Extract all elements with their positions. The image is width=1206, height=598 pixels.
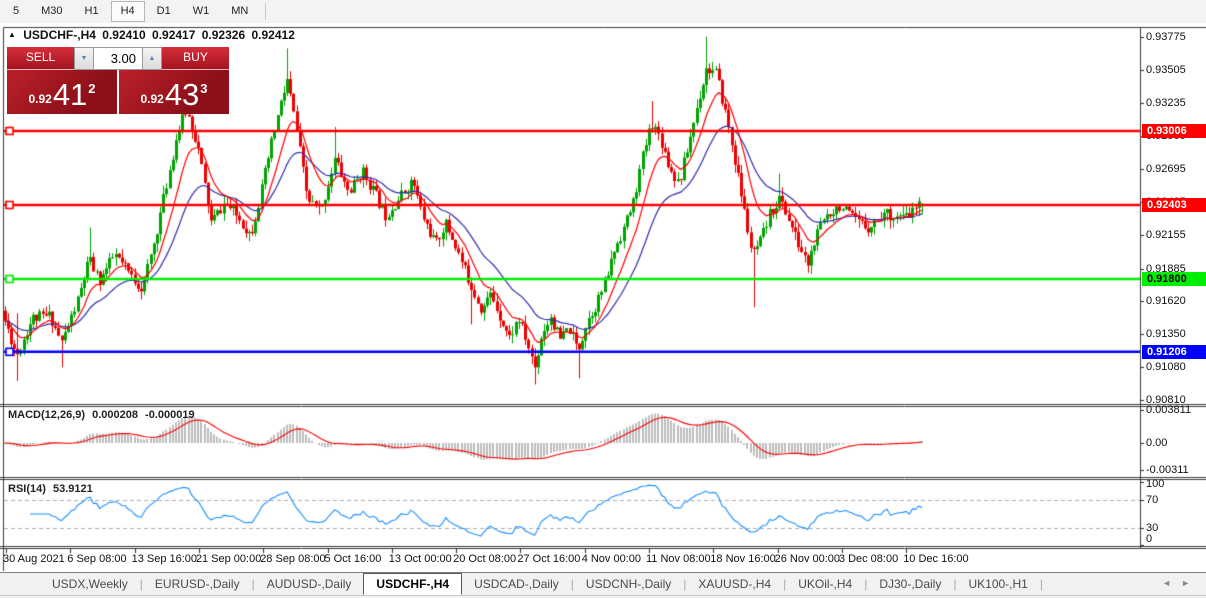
chart-tab-ukoil-h4[interactable]: UKOil-,H4 (786, 574, 864, 594)
quote-low: 0.92326 (201, 28, 246, 42)
tab-separator: | (1039, 577, 1043, 591)
trading-terminal: 5 M30 H1 H4 D1 W1 MN 0.93775 0.93505 0.93235 0.92… (0, 0, 1206, 598)
timeframe-button-D1[interactable]: D1 (147, 1, 181, 22)
buy-price-main: 43 (164, 77, 200, 112)
volume-decrease-button[interactable]: ▼ (74, 47, 94, 70)
sell-price-display[interactable]: 0.92 41 2 (7, 70, 117, 114)
sell-button[interactable]: SELL (7, 47, 74, 70)
buy-button[interactable]: BUY (162, 47, 229, 70)
chart-tab-usdcad-daily[interactable]: USDCAD-,Daily (462, 574, 571, 594)
chart-window: 0.93775 0.93505 0.93235 0.92965 0.92695 0.924… (0, 24, 1206, 572)
chart-tab-dj30-daily[interactable]: DJ30-,Daily (867, 574, 953, 594)
timeframe-toolbar: 5 M30 H1 H4 D1 W1 MN (0, 0, 1206, 23)
buy-price-pip: 3 (200, 81, 208, 96)
chart-tab-xauusd-h4[interactable]: XAUUSD-,H4 (686, 574, 783, 594)
chart-tab-usdchf-h4[interactable]: USDCHF-,H4 (363, 573, 463, 595)
timeframe-button-5[interactable]: 5 (3, 1, 29, 22)
collapse-triangle-icon[interactable]: ▲ (8, 30, 16, 39)
chart-header: ▲ USDCHF-,H4 0.92410 0.92417 0.92326 0.9… (8, 28, 298, 42)
quote-close: 0.92412 (251, 28, 295, 42)
buy-price-prefix: 0.92 (140, 92, 164, 106)
timeframe-button-H4[interactable]: H4 (110, 1, 145, 22)
macd-label: MACD(12,26,9) 0.000208 -0.000019 (8, 409, 199, 421)
chart-tab-bar: USDX,Weekly | EURUSD-,Daily | AUDUSD-,Daily U… (0, 572, 1206, 595)
volume-increase-button[interactable]: ▲ (142, 47, 162, 70)
chart-symbol: USDCHF-,H4 (23, 28, 96, 42)
buy-price-display[interactable]: 0.92 43 3 (119, 70, 229, 114)
rsi-label: RSI(14) 53.9121 (8, 483, 97, 495)
timeframe-button-W1[interactable]: W1 (183, 1, 220, 22)
chart-tab-eurusd-daily[interactable]: EURUSD-,Daily (143, 574, 252, 594)
rsi-value: 53.9121 (52, 483, 93, 495)
toolbar-separator (265, 3, 267, 20)
chart-tab-usdx-weekly[interactable]: USDX,Weekly (40, 574, 140, 594)
macd-main-value: 0.000208 (92, 409, 138, 421)
sell-price-main: 41 (52, 77, 88, 112)
one-click-trading-widget: SELL ▼ ▲ BUY 0.92 41 2 0.92 43 3 (7, 47, 229, 114)
timeframe-button-M30[interactable]: M30 (31, 1, 72, 22)
chart-tab-audusd-daily[interactable]: AUDUSD-,Daily (255, 574, 364, 594)
timeframe-button-MN[interactable]: MN (221, 1, 258, 22)
sell-price-pip: 2 (88, 81, 96, 96)
quote-open: 0.92410 (102, 28, 146, 42)
timeframe-button-H1[interactable]: H1 (75, 1, 109, 22)
chart-tab-uk100-h1[interactable]: UK100-,H1 (956, 574, 1039, 594)
volume-input[interactable] (94, 47, 142, 70)
chart-tab-usdcnh-daily[interactable]: USDCNH-,Daily (574, 574, 683, 594)
macd-signal-value: -0.000019 (145, 409, 195, 421)
sell-price-prefix: 0.92 (28, 92, 52, 106)
quote-high: 0.92417 (152, 28, 196, 42)
macd-title: MACD(12,26,9) (8, 409, 86, 421)
tab-scroll-arrows[interactable]: ◄► (1162, 578, 1200, 588)
rsi-title: RSI(14) (8, 483, 46, 495)
